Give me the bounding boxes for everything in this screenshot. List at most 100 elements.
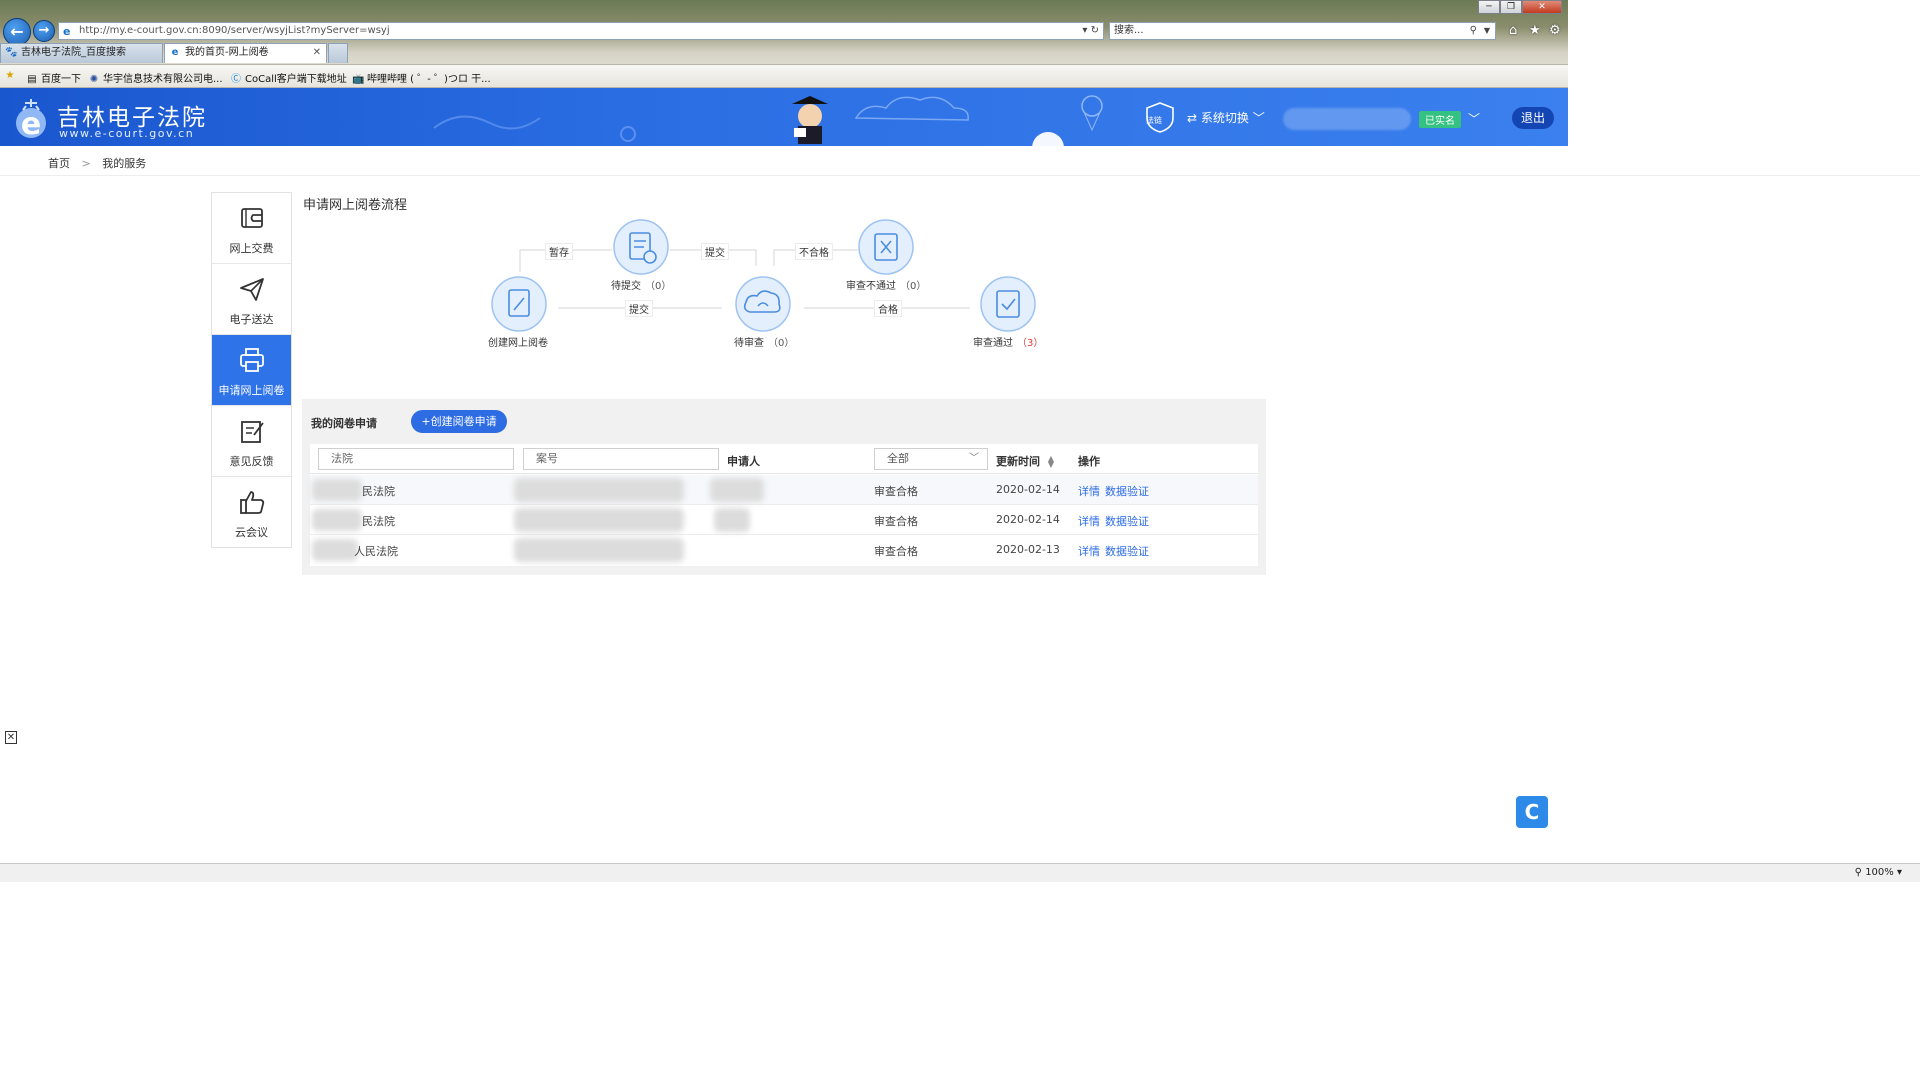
maximize-button[interactable]: ❐ [1500,0,1522,14]
fav-item-huayu[interactable]: ✺ 华宇信息技术有限公司电... [88,70,223,85]
balloon-icon [1081,95,1103,132]
chevron-down-icon: ﹀ [969,453,979,464]
detail-link[interactable]: 详情 [1078,545,1100,558]
browser-chrome: ─ ❐ ✕ ← → e http://my.e-court.gov.cn:809… [0,0,1568,88]
fav-item-bilibili[interactable]: 📺 哔哩哔哩 ( ゜- ゜)つロ 干... [352,70,491,85]
court-filter-input[interactable]: 法院 [318,448,514,470]
browser-search-input[interactable]: 搜索... ⚲ ▼ [1109,22,1496,40]
table-header: 法院 案号 申请人 全部 ﹀ 更新时间 ▲ ▼ 操作 [310,444,1258,474]
tab-current[interactable]: e 我的首页-网上阅卷 ✕ [164,43,327,63]
breadcrumb-home[interactable]: 首页 [48,157,70,170]
chevron-down-icon[interactable]: ▼ [1484,23,1490,39]
forward-button[interactable]: → [33,20,55,42]
edge-label-fail: 不合格 [795,243,833,260]
cell-status: 审查合格 [874,515,918,528]
cell-updated: 2020-02-14 [996,513,1060,526]
cocall-float-icon[interactable]: C [1516,796,1548,828]
printer-icon [240,348,264,372]
detail-link[interactable]: 详情 [1078,515,1100,528]
node-label-review-pass: 审查通过 （3） [973,338,1044,349]
system-switch-button[interactable]: ⇄ 系统切换 ﹀ [1187,109,1265,126]
node-label-pending-review: 待审查 （0） [734,338,795,349]
cell-status: 审查合格 [874,485,918,498]
sort-icon[interactable]: ▲ ▼ [1048,455,1054,469]
redacted-applicant [714,508,750,532]
applications-panel: 我的阅卷申请 +创建阅卷申请 法院 案号 申请人 全部 ﹀ 更新时间 ▲ ▼ 操作… [302,399,1266,575]
svg-text:法链: 法链 [1146,115,1162,125]
fav-item-cocall[interactable]: Ⓒ CoCall客户端下载地址 [230,70,347,85]
table-row: 人民法院 审查合格 2020-02-13 详情 数据验证 [310,535,1258,565]
minimize-button[interactable]: ─ [1478,0,1500,14]
window-close-button[interactable]: ✕ [1522,0,1562,14]
edge-label-save: 暂存 [545,243,573,260]
applications-title: 我的阅卷申请 [311,417,377,430]
detail-link[interactable]: 详情 [1078,485,1100,498]
ie-icon: e [171,47,179,58]
menu-item-e-delivery[interactable]: 电子送达 [212,264,291,335]
data-verify-link[interactable]: 数据验证 [1105,545,1149,558]
column-applicant: 申请人 [727,455,760,468]
menu-item-feedback[interactable]: 意见反馈 [212,406,291,477]
edge-label-submit-bottom: 提交 [625,300,653,317]
user-name-blurred[interactable] [1283,108,1411,130]
menu-item-online-file-review[interactable]: 申请网上阅卷 [212,335,291,406]
applications-table: 法院 案号 申请人 全部 ﹀ 更新时间 ▲ ▼ 操作 民法院 审查合格 2020-… [310,444,1258,566]
magnifier-icon[interactable]: ⚲ [1470,23,1477,39]
close-icon[interactable]: ✕ [5,731,17,744]
wallet-icon [241,208,263,228]
star-icon[interactable]: ★ [1529,23,1541,38]
cell-actions: 详情 数据验证 [1078,543,1154,559]
fav-item-baidu[interactable]: ▤ 百度一下 [26,70,81,85]
swap-icon: ⇄ [1187,111,1198,125]
create-application-button[interactable]: +创建阅卷申请 [411,410,507,433]
node-create[interactable] [491,276,547,332]
chevron-down-icon[interactable]: ﹀ [1468,110,1480,127]
redacted-case-number [514,478,684,502]
new-tab-button[interactable] [328,43,348,63]
browser-status-bar: ⚲ 100% ▾ [0,863,1920,882]
address-bar[interactable]: e http://my.e-court.gov.cn:8090/server/w… [58,22,1104,40]
table-row: 民法院 审查合格 2020-02-14 详情 数据验证 [310,505,1258,535]
breadcrumb-current[interactable]: 我的服务 [102,157,146,170]
mascot-icon [792,96,828,144]
case-number-filter-input[interactable]: 案号 [523,448,719,470]
site-url: www.e-court.gov.cn [59,127,195,140]
status-select[interactable]: 全部 ﹀ [874,448,988,470]
court-logo-icon[interactable]: e [12,96,50,140]
redacted-case-number [514,538,684,562]
node-review-fail[interactable] [858,219,914,275]
favorites-star-icon[interactable]: ★ [4,70,19,81]
tab-close-icon[interactable]: ✕ [313,44,321,62]
tab-baidu[interactable]: 🐾 吉林电子法院_百度搜索 [0,43,163,63]
cell-court: 民法院 [362,515,395,528]
data-verify-link[interactable]: 数据验证 [1105,485,1149,498]
table-row: 民法院 审查合格 2020-02-14 详情 数据验证 [310,475,1258,505]
column-updated-sortable[interactable]: 更新时间 ▲ ▼ [996,453,1054,469]
edit-note-icon [241,421,264,443]
chevron-right-icon: > [81,157,91,170]
edge-label-pass: 合格 [874,300,902,317]
header-decoration [433,95,1103,146]
window-controls: ─ ❐ ✕ [1478,0,1562,14]
column-action: 操作 [1078,455,1100,468]
breadcrumb: 首页 > 我的服务 [48,155,146,171]
logout-button[interactable]: 退出 [1512,107,1554,129]
menu-item-cloud-meeting[interactable]: 云会议 [212,477,291,548]
site-header: e 吉林电子法院 www.e-court.gov.cn 法链 ⇄ 系统切换 ﹀ … [0,88,1568,146]
cocall-icon: Ⓒ [231,74,241,85]
back-button[interactable]: ← [3,18,31,46]
data-verify-link[interactable]: 数据验证 [1105,515,1149,528]
gear-icon[interactable]: ⚙ [1549,23,1561,38]
menu-item-online-payment[interactable]: 网上交费 [212,193,291,264]
svg-text:e: e [21,107,41,140]
node-pending-review[interactable] [735,276,791,332]
home-icon[interactable]: ⌂ [1509,23,1517,38]
redacted-court-prefix [312,479,362,501]
refresh-icon[interactable]: ▾ ↻ [1082,23,1099,39]
node-pending-submit[interactable] [613,219,669,275]
zoom-level[interactable]: ⚲ 100% ▾ [1855,867,1902,878]
huayu-icon: ✺ [89,74,99,85]
thumbs-up-icon [240,491,265,514]
node-review-pass[interactable] [980,276,1036,332]
falian-shield-icon[interactable]: 法链 [1143,101,1177,133]
